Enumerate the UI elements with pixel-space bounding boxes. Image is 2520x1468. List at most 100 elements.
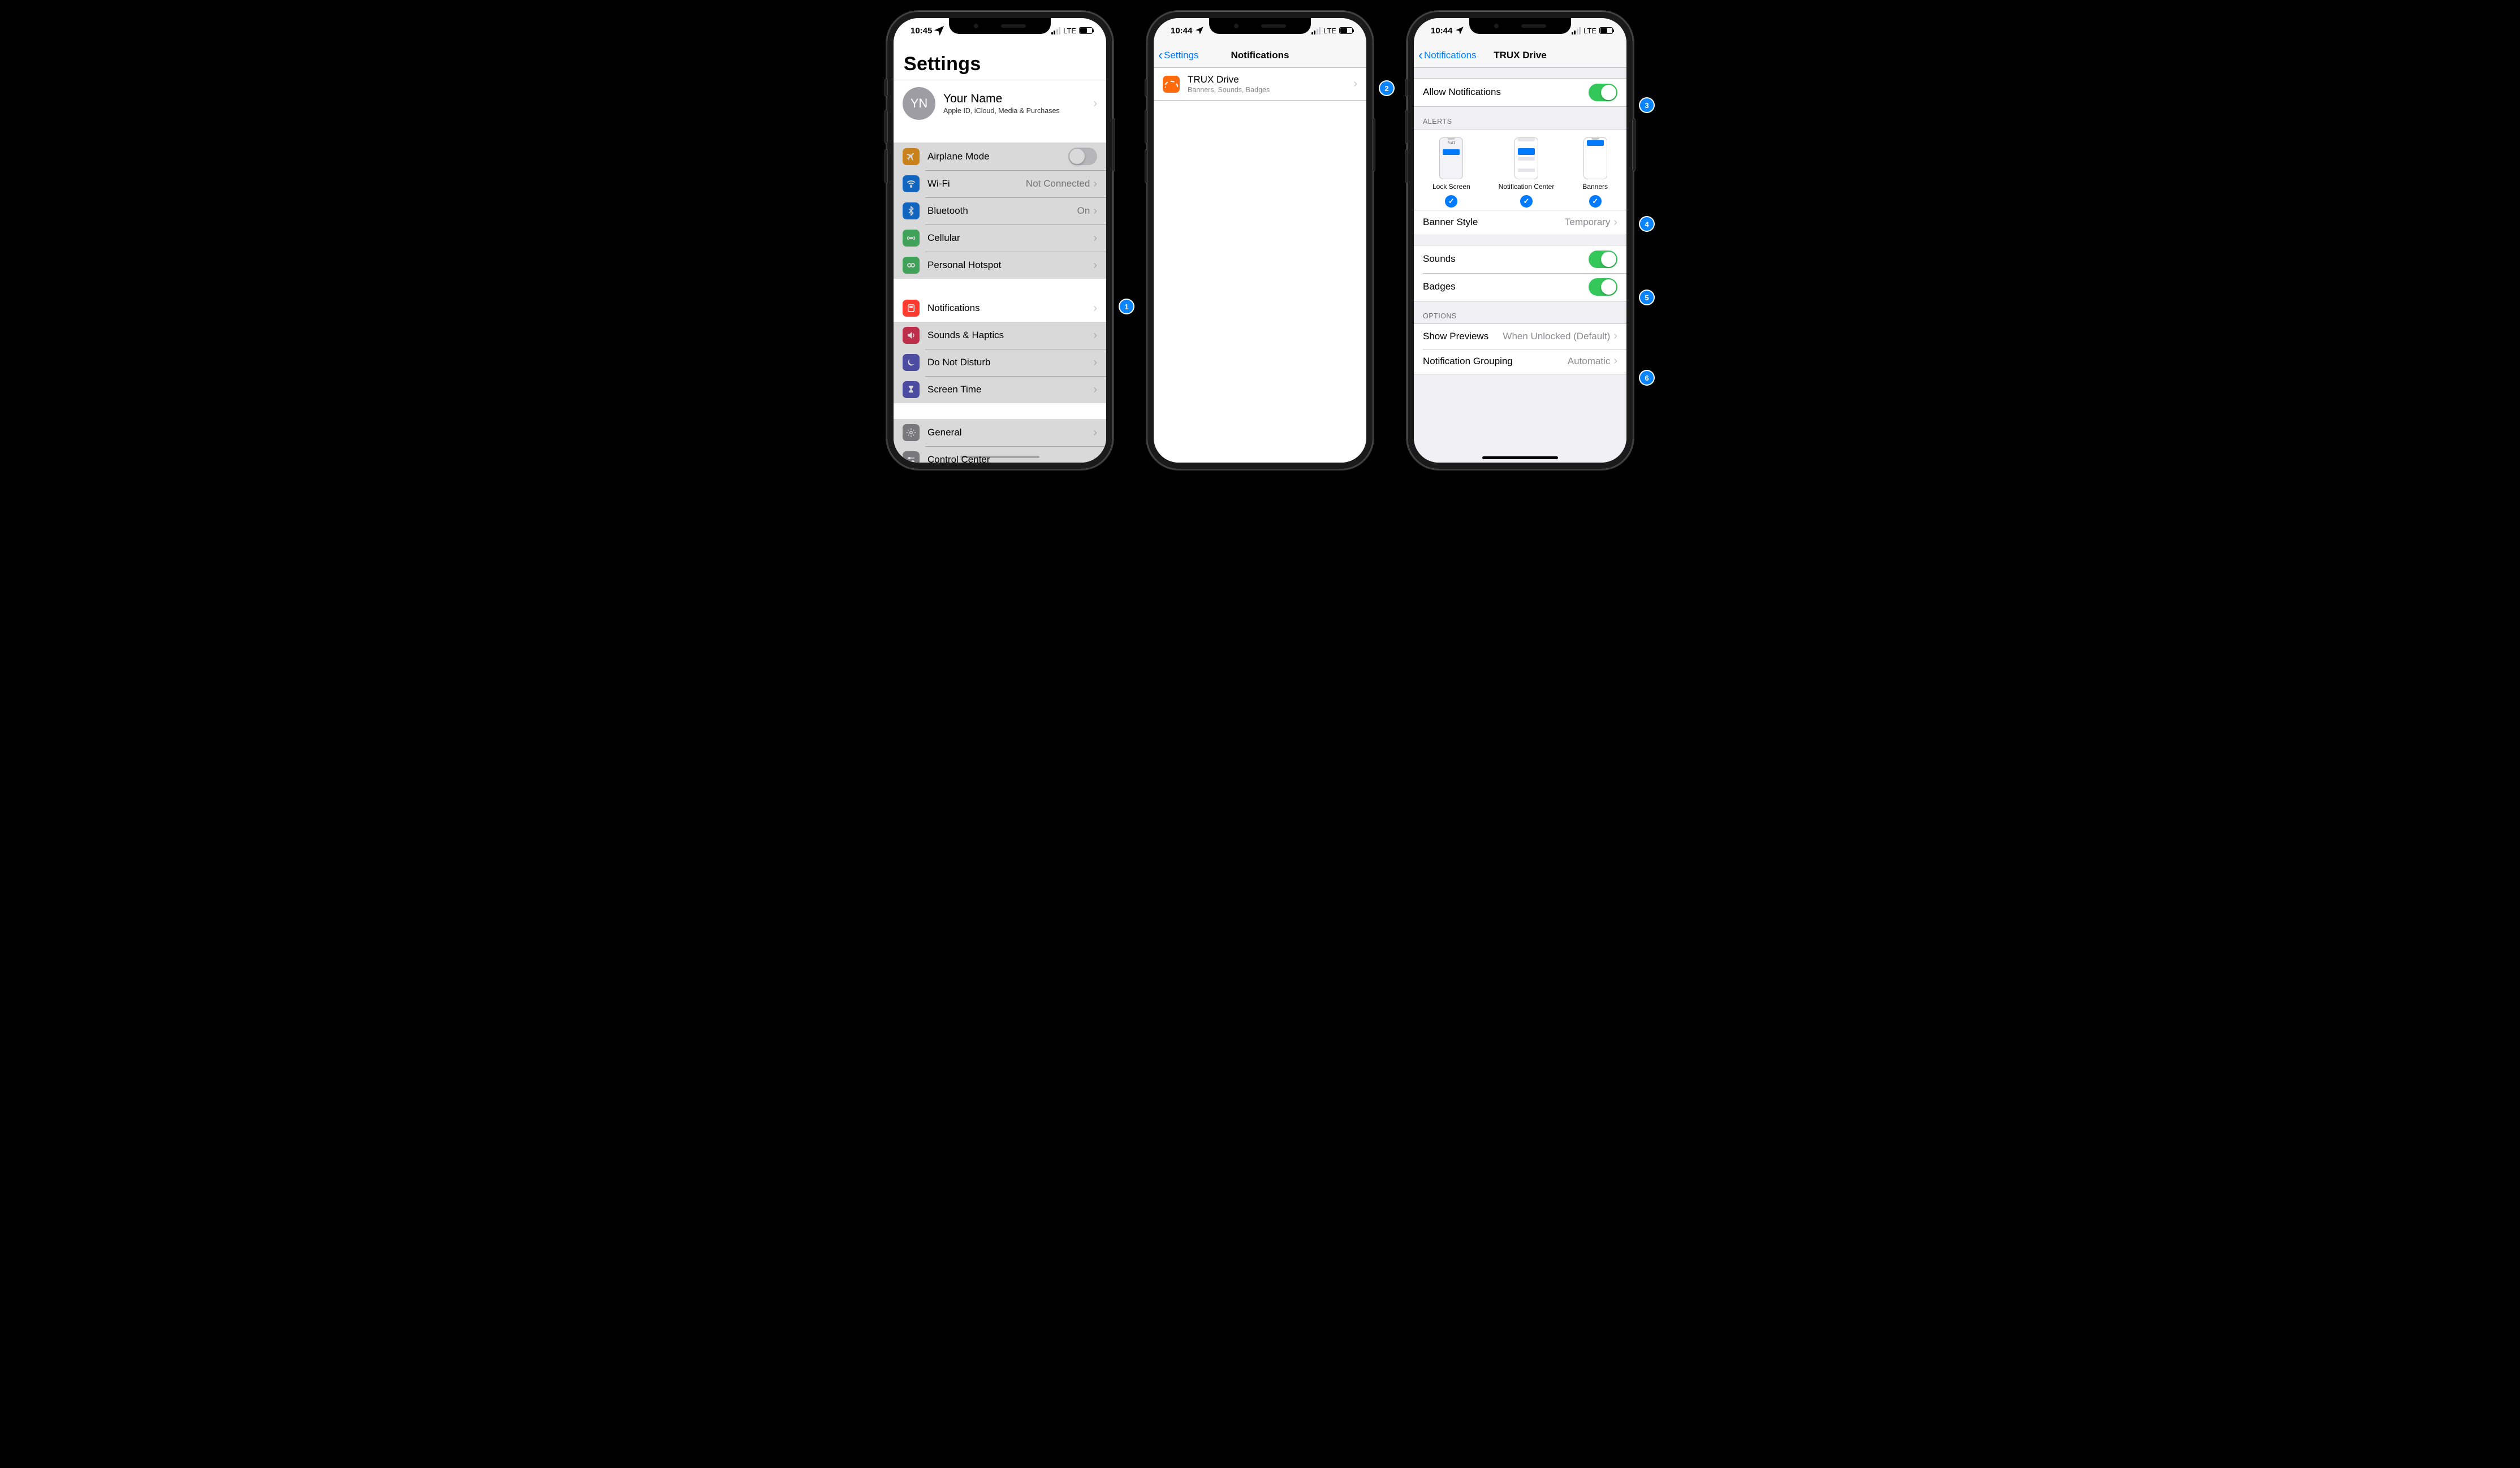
alert-style-banners[interactable]: Banners: [1582, 137, 1608, 208]
row-label: Notification Grouping: [1423, 356, 1568, 367]
row-app-trux-drive[interactable]: TRUX Drive Banners, Sounds, Badges ›: [1154, 68, 1366, 100]
row-value: When Unlocked (Default): [1503, 331, 1610, 342]
cellular-icon: [903, 230, 920, 247]
row-label: Screen Time: [927, 384, 1093, 395]
home-indicator[interactable]: [1482, 456, 1558, 459]
back-label: Notifications: [1424, 50, 1477, 61]
network-label: LTE: [1583, 27, 1596, 35]
chevron-right-icon: ›: [1093, 259, 1097, 272]
alert-style-label: Lock Screen: [1432, 183, 1470, 191]
side-button-silent: [1405, 79, 1408, 96]
check-icon: [1589, 195, 1602, 208]
alert-style-lock-screen[interactable]: 9:41 Lock Screen: [1432, 137, 1470, 208]
airplane-icon: [903, 148, 920, 165]
alert-style-label: Banners: [1582, 183, 1608, 191]
hotspot-icon: [903, 257, 920, 274]
annotation-4: 4: [1640, 217, 1654, 231]
options-header: Options: [1414, 301, 1626, 323]
side-button-silent: [1145, 79, 1147, 96]
row-hotspot[interactable]: Personal Hotspot ›: [894, 252, 1106, 279]
side-button-vol-up: [1405, 110, 1408, 143]
settings-header: Settings: [894, 43, 1106, 80]
side-button-vol-down: [1145, 150, 1147, 183]
app-name: TRUX Drive: [1188, 74, 1353, 85]
chevron-right-icon: ›: [1093, 178, 1097, 191]
chevron-right-icon: ›: [1093, 454, 1097, 463]
back-button[interactable]: ‹ Settings: [1158, 49, 1198, 62]
notifications-icon: [903, 300, 920, 317]
profile-name: Your Name: [943, 92, 1093, 106]
lock-screen-preview-icon: 9:41: [1439, 137, 1463, 179]
alert-style-label: Notification Center: [1499, 183, 1555, 191]
row-dnd[interactable]: Do Not Disturb ›: [894, 349, 1106, 376]
row-label: Notifications: [927, 303, 1093, 314]
row-show-previews[interactable]: Show Previews When Unlocked (Default) ›: [1414, 324, 1626, 349]
row-bluetooth[interactable]: Bluetooth On ›: [894, 197, 1106, 224]
side-button-power: [1373, 119, 1375, 171]
alert-style-notification-center[interactable]: Notification Center: [1499, 137, 1555, 208]
allow-notifications-toggle[interactable]: [1589, 84, 1617, 101]
app-detail: Banners, Sounds, Badges: [1188, 86, 1353, 94]
row-wifi[interactable]: Wi-Fi Not Connected ›: [894, 170, 1106, 197]
annotation-3: 3: [1640, 98, 1654, 112]
chevron-right-icon: ›: [1613, 216, 1617, 229]
profile-row[interactable]: YN Your Name Apple ID, iCloud, Media & P…: [894, 80, 1106, 127]
row-label: Cellular: [927, 232, 1093, 244]
row-label: Banner Style: [1423, 217, 1565, 228]
chevron-right-icon: ›: [1093, 97, 1097, 110]
hourglass-icon: [903, 381, 920, 398]
row-sounds: Sounds: [1414, 245, 1626, 273]
annotation-1: 1: [1120, 300, 1133, 313]
check-icon: [1520, 195, 1533, 208]
page-title: Settings: [904, 53, 1096, 75]
row-cellular[interactable]: Cellular ›: [894, 224, 1106, 252]
chevron-right-icon: ›: [1613, 330, 1617, 343]
notch: [1469, 18, 1571, 34]
chevron-right-icon: ›: [1613, 355, 1617, 368]
nav-bar: ‹ Settings Notifications: [1154, 43, 1366, 68]
phone-settings-root: 10:45 LTE Settings YN: [887, 11, 1113, 469]
back-button[interactable]: ‹ Notifications: [1418, 49, 1477, 62]
row-sounds-haptics[interactable]: Sounds & Haptics ›: [894, 322, 1106, 349]
side-button-vol-down: [1405, 150, 1408, 183]
alert-styles-selector: 9:41 Lock Screen: [1414, 129, 1626, 210]
row-value: On: [1077, 205, 1090, 217]
sliders-icon: [903, 451, 920, 463]
scroll-indicator: [960, 456, 1039, 458]
annotation-2: 2: [1380, 81, 1393, 95]
nav-bar: ‹ Notifications TRUX Drive: [1414, 43, 1626, 68]
row-label: Show Previews: [1423, 331, 1503, 342]
row-label: Do Not Disturb: [927, 357, 1093, 368]
row-label: General: [927, 427, 1093, 438]
side-button-power: [1633, 119, 1635, 171]
airplane-toggle[interactable]: [1068, 148, 1097, 165]
row-label: Airplane Mode: [927, 151, 1068, 162]
row-airplane-mode[interactable]: Airplane Mode: [894, 143, 1106, 170]
row-notification-grouping[interactable]: Notification Grouping Automatic ›: [1414, 349, 1626, 374]
status-time: 10:45: [911, 26, 932, 36]
banners-preview-icon: [1583, 137, 1607, 179]
badges-toggle[interactable]: [1589, 278, 1617, 296]
row-label: Allow Notifications: [1423, 87, 1589, 98]
nav-title: TRUX Drive: [1494, 50, 1547, 61]
row-banner-style[interactable]: Banner Style Temporary ›: [1414, 210, 1626, 235]
chevron-right-icon: ›: [1353, 77, 1357, 90]
signal-icon: [1051, 27, 1061, 34]
row-screentime[interactable]: Screen Time ›: [894, 376, 1106, 403]
chevron-right-icon: ›: [1093, 329, 1097, 342]
sounds-toggle[interactable]: [1589, 251, 1617, 268]
notch: [949, 18, 1051, 34]
chevron-right-icon: ›: [1093, 356, 1097, 369]
battery-icon: [1599, 27, 1613, 34]
row-allow-notifications: Allow Notifications: [1414, 79, 1626, 106]
row-general[interactable]: General ›: [894, 419, 1106, 446]
side-button-vol-up: [1145, 110, 1147, 143]
location-icon: [1455, 25, 1465, 36]
row-value: Automatic: [1568, 356, 1611, 367]
chevron-left-icon: ‹: [1158, 49, 1163, 62]
chevron-left-icon: ‹: [1418, 49, 1423, 62]
row-notifications[interactable]: Notifications ›: [894, 295, 1106, 322]
annotation-5: 5: [1640, 291, 1654, 304]
avatar: YN: [903, 87, 935, 120]
row-control-center[interactable]: Control Center ›: [894, 446, 1106, 463]
